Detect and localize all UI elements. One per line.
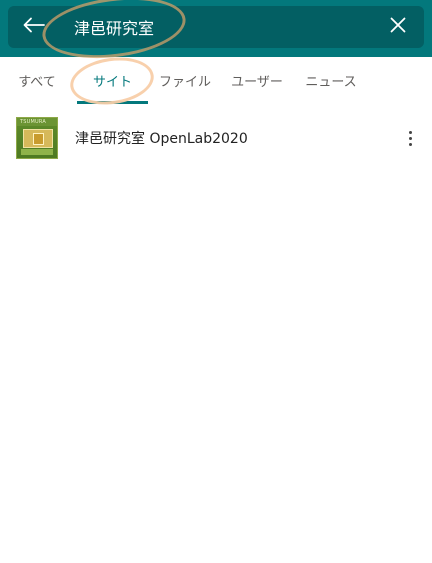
back-button[interactable] xyxy=(16,9,52,45)
list-item[interactable]: TSUMURA 津邑研究室 OpenLab2020 xyxy=(0,114,432,162)
scope-tabs: すべて サイト ファイル ユーザー ニュース xyxy=(0,57,432,105)
tab-news[interactable]: ニュース xyxy=(300,57,362,103)
tab-users[interactable]: ユーザー xyxy=(226,57,288,103)
tab-all[interactable]: すべて xyxy=(8,57,66,103)
tab-files[interactable]: ファイル xyxy=(154,57,216,103)
tab-sites[interactable]: サイト xyxy=(77,57,148,103)
search-header xyxy=(0,0,432,57)
site-logo-icon: TSUMURA xyxy=(16,117,58,159)
more-options-button[interactable] xyxy=(398,122,422,154)
search-bar xyxy=(8,6,424,48)
search-page: すべて サイト ファイル ユーザー ニュース TSUMURA 津邑研究室 Ope… xyxy=(0,0,432,563)
result-title: 津邑研究室 OpenLab2020 xyxy=(75,131,248,147)
close-icon xyxy=(390,17,406,37)
search-input[interactable] xyxy=(72,10,374,44)
clear-search-button[interactable] xyxy=(380,9,416,45)
more-vertical-icon xyxy=(408,130,412,134)
arrow-left-icon xyxy=(23,17,45,37)
active-tab-indicator xyxy=(77,101,148,104)
